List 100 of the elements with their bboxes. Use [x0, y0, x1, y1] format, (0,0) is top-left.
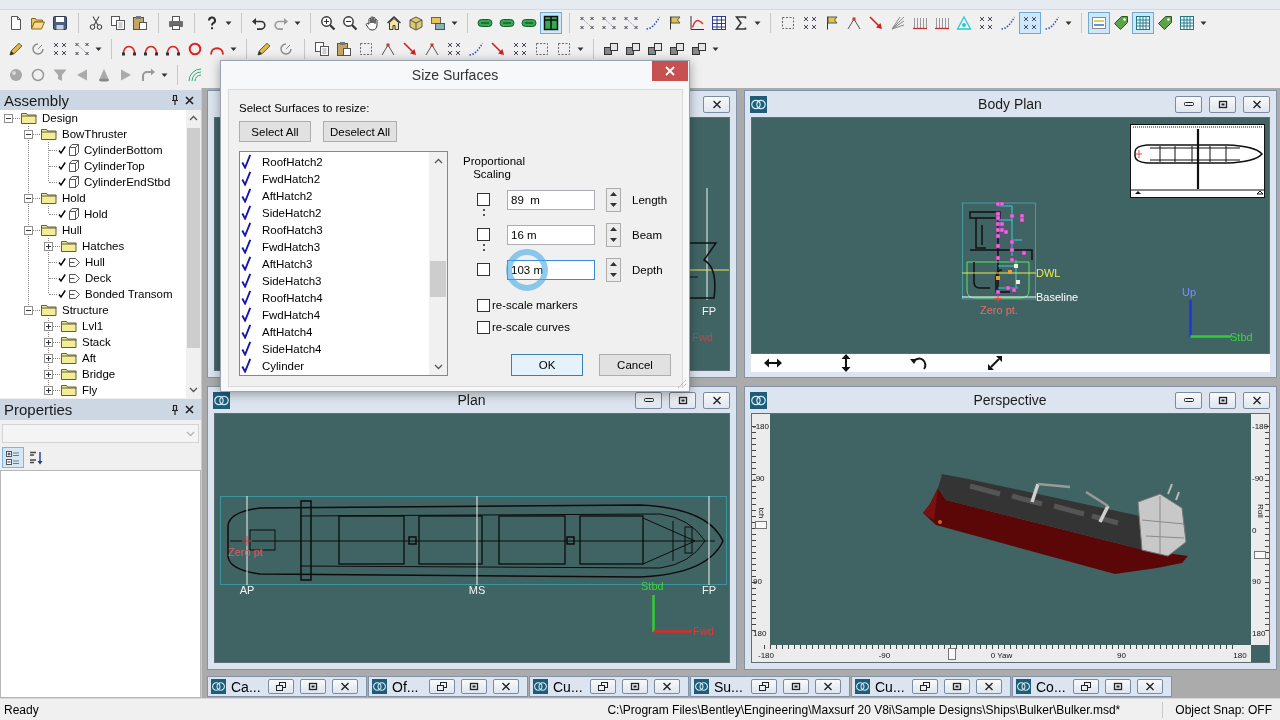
close-button[interactable]	[703, 95, 730, 113]
collapse-icon[interactable]	[4, 113, 13, 123]
collapse-icon[interactable]	[24, 305, 33, 315]
collapse-icon[interactable]	[24, 225, 33, 235]
scroll-thumb[interactable]	[187, 128, 200, 348]
minimize-button[interactable]	[1175, 391, 1202, 409]
close-button[interactable]	[1243, 95, 1270, 113]
checkbox[interactable]	[477, 320, 490, 334]
checkmark-icon[interactable]	[241, 205, 252, 220]
checkmark-icon[interactable]	[58, 210, 66, 218]
tree-item[interactable]: Hatches	[81, 240, 126, 252]
spinner[interactable]	[606, 257, 621, 282]
checkbox[interactable]	[477, 298, 490, 312]
restore-button[interactable]	[751, 679, 777, 694]
list-item[interactable]: SideHatch2	[262, 206, 322, 219]
expand-icon[interactable]	[44, 241, 53, 251]
ruler-slider[interactable]: -180 -90 90 180 tch	[752, 414, 770, 645]
maximize-button[interactable]	[1209, 95, 1236, 113]
toolbar-button[interactable]	[540, 12, 562, 34]
tree-item[interactable]: Hold	[61, 192, 87, 204]
close-button[interactable]	[1243, 391, 1270, 409]
tree-item[interactable]: CylinderBottom	[83, 144, 164, 156]
slider-thumb[interactable]	[1254, 550, 1266, 559]
spinner[interactable]	[606, 222, 621, 247]
close-button[interactable]	[703, 391, 730, 409]
checkmark-icon[interactable]	[241, 222, 252, 237]
close-button[interactable]	[815, 679, 841, 694]
expand-icon[interactable]	[44, 337, 53, 347]
tree-item[interactable]: Deck	[84, 272, 113, 284]
maximize-button[interactable]	[944, 679, 970, 694]
list-item[interactable]: RoofHatch3	[262, 223, 323, 236]
dimension-field[interactable]: 89 m	[507, 189, 595, 210]
minimized-window[interactable]: Ca...	[207, 676, 367, 697]
list-item[interactable]: FwdHatch2	[262, 172, 321, 185]
resize-grip-icon[interactable]	[675, 377, 687, 389]
minimized-window[interactable]: Su...	[690, 676, 850, 697]
tree-item[interactable]: Bridge	[81, 368, 117, 380]
tree-item[interactable]: Design	[41, 112, 79, 124]
checkmark-icon[interactable]	[58, 178, 66, 186]
close-button[interactable]	[654, 679, 680, 694]
maximize-button[interactable]	[1209, 391, 1236, 409]
tree-item[interactable]: CylinderTop	[83, 160, 146, 172]
collapse-icon[interactable]	[24, 129, 33, 139]
checkmark-icon[interactable]	[58, 258, 66, 266]
maximize-button[interactable]	[622, 679, 648, 694]
checkmark-icon[interactable]	[58, 274, 66, 282]
list-item[interactable]: SideHatch4	[262, 342, 322, 355]
tree-item[interactable]: Hull	[61, 224, 83, 236]
tree-item[interactable]: Bonded Transom	[84, 288, 174, 300]
collapse-icon[interactable]	[24, 193, 33, 203]
tree-item[interactable]: CylinderEndStbd	[83, 176, 172, 188]
vertical-scrollbar[interactable]	[429, 152, 447, 375]
ruler-slider[interactable]: -180 -90 0 90 180 Roll	[1251, 414, 1269, 645]
toolbar-button[interactable]	[1019, 12, 1041, 34]
list-item[interactable]: AftHatch3	[262, 257, 313, 270]
select-all-button[interactable]: Select All	[239, 121, 311, 142]
close-button[interactable]	[332, 679, 358, 694]
checkmark-icon[interactable]	[241, 154, 252, 169]
dimension-field[interactable]: 103 m	[507, 259, 595, 280]
checkmark-icon[interactable]	[241, 171, 252, 186]
list-item[interactable]: FwdHatch4	[262, 308, 321, 321]
checkmark-icon[interactable]	[241, 341, 252, 356]
minimized-window[interactable]: Co...	[1012, 676, 1172, 697]
minimized-window[interactable]: Of...	[368, 676, 528, 697]
tree-item[interactable]: Stack	[81, 336, 112, 348]
tree-item[interactable]: Fly	[81, 384, 99, 396]
restore-button[interactable]	[429, 679, 455, 694]
list-item[interactable]: Cylinder	[262, 359, 305, 372]
horizontal-arrows-icon[interactable]	[764, 358, 782, 368]
ok-button[interactable]: OK	[511, 354, 583, 376]
maximize-button[interactable]	[1105, 679, 1131, 694]
restore-button[interactable]	[590, 679, 616, 694]
list-item[interactable]: FwdHatch3	[262, 240, 321, 253]
cancel-button[interactable]: Cancel	[599, 354, 671, 376]
checkmark-icon[interactable]	[241, 256, 252, 271]
dimension-field[interactable]: 16 m	[507, 224, 595, 245]
list-item[interactable]: RoofHatch2	[262, 155, 323, 168]
restore-button[interactable]	[912, 679, 938, 694]
minimized-window[interactable]: Cu...	[529, 676, 689, 697]
tree-item[interactable]: Hold	[83, 208, 109, 220]
restore-button[interactable]	[1073, 679, 1099, 694]
checkmark-icon[interactable]	[58, 162, 66, 170]
minimized-window[interactable]: Cu...	[851, 676, 1011, 697]
checkmark-icon[interactable]	[58, 290, 66, 298]
maximize-button[interactable]	[461, 679, 487, 694]
tree-item[interactable]: Structure	[61, 304, 110, 316]
close-button[interactable]	[1137, 679, 1163, 694]
maximize-button[interactable]	[669, 391, 696, 409]
expand-icon[interactable]	[987, 355, 1003, 371]
rotate-icon[interactable]	[910, 355, 928, 371]
checkbox[interactable]	[477, 193, 490, 206]
checkmark-icon[interactable]	[241, 273, 252, 288]
scroll-thumb[interactable]	[430, 261, 446, 297]
list-item[interactable]: SideHatch3	[262, 274, 322, 287]
tree-item[interactable]: Lvl1	[81, 320, 105, 332]
list-item[interactable]: RoofHatch4	[262, 291, 323, 304]
checkmark-icon[interactable]	[241, 307, 252, 322]
expand-icon[interactable]	[44, 385, 53, 395]
expand-icon[interactable]	[44, 353, 53, 363]
checkmark-icon[interactable]	[58, 146, 66, 154]
